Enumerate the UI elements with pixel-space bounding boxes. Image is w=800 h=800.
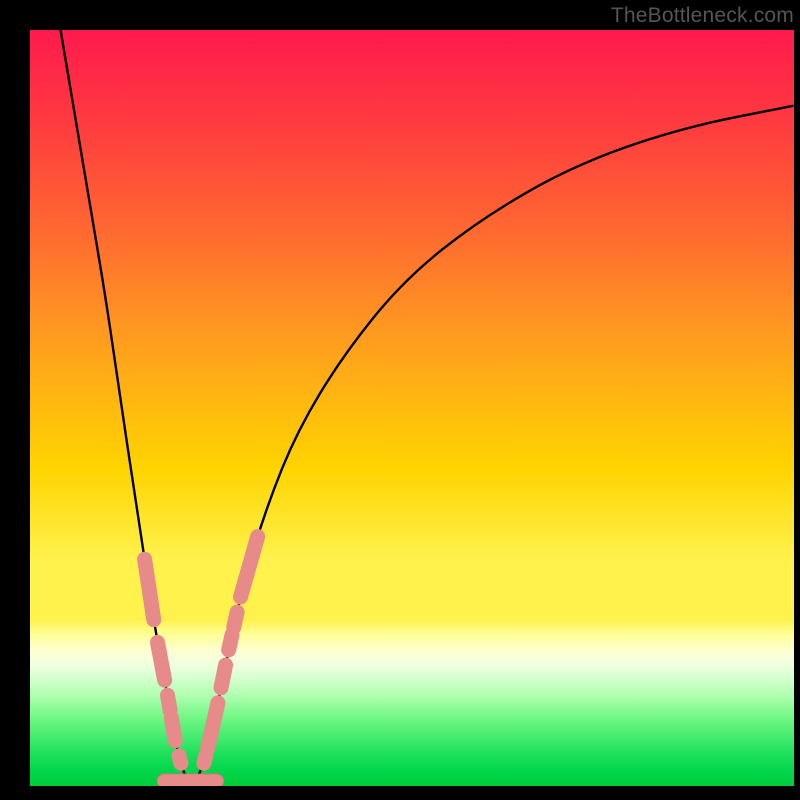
marker-segment xyxy=(157,642,164,680)
marker-segment xyxy=(168,695,171,710)
marker-segment xyxy=(221,665,226,688)
curve-left-branch xyxy=(61,30,191,786)
marker-segment xyxy=(179,756,181,764)
marker-segment xyxy=(208,703,218,748)
marker-segment xyxy=(145,559,154,619)
marker-segment xyxy=(204,756,206,764)
curve-layer xyxy=(30,30,794,786)
marker-segment xyxy=(171,718,175,741)
marker-segment xyxy=(157,774,224,786)
marker-segment xyxy=(241,537,258,597)
marker-segment xyxy=(229,635,232,650)
watermark-text: TheBottleneck.com xyxy=(611,4,794,28)
curve-right-branch xyxy=(190,106,794,786)
plot-area xyxy=(30,30,794,786)
marker-group xyxy=(145,537,258,786)
marker-segment xyxy=(234,612,237,627)
chart-frame: TheBottleneck.com xyxy=(0,0,800,800)
